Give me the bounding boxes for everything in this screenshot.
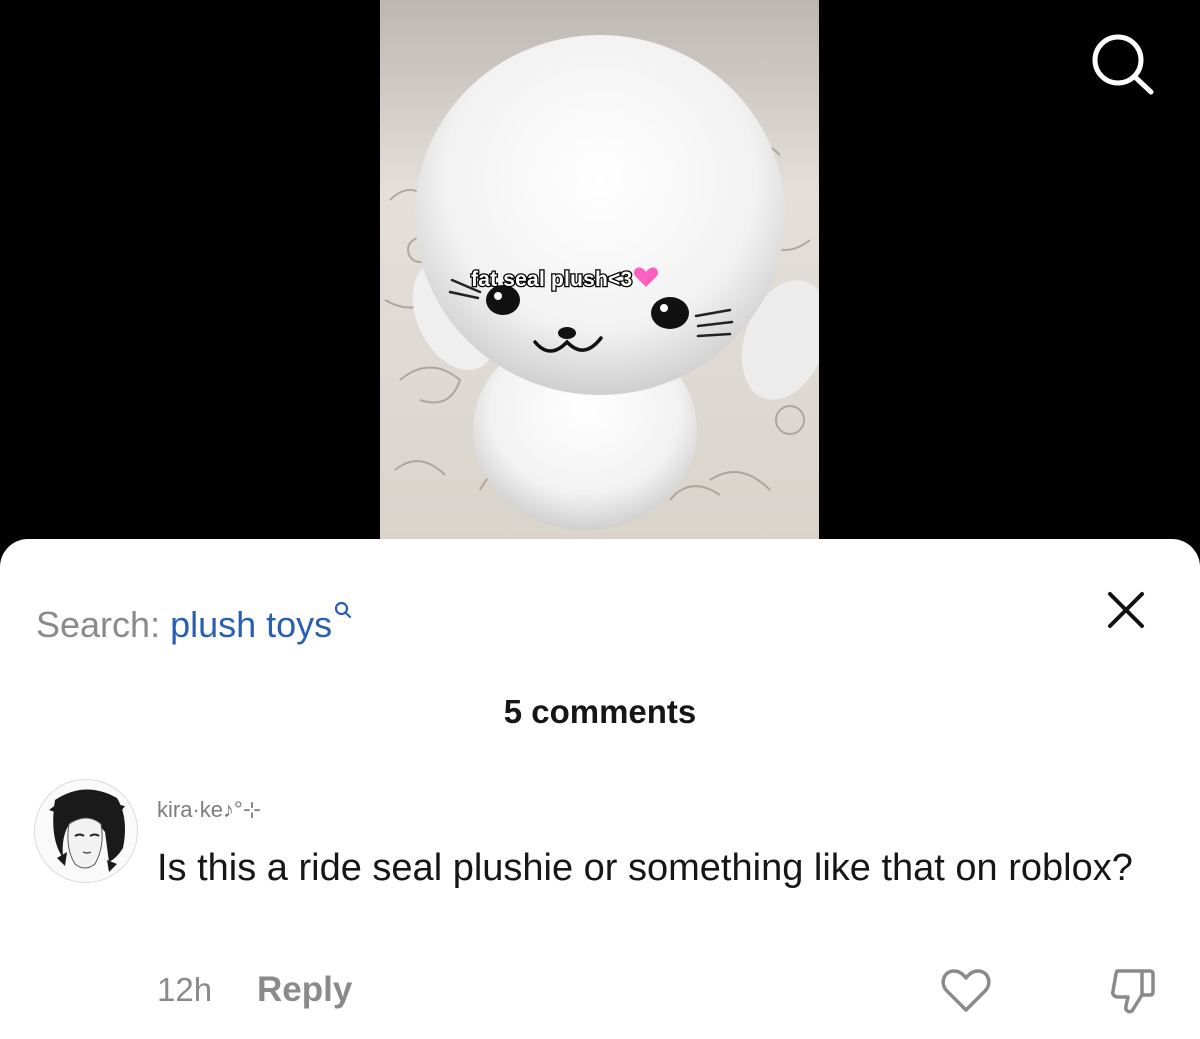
comment-timestamp: 12h xyxy=(157,971,213,1008)
video-caption-text: fat seal plush<3 xyxy=(470,268,634,292)
search-icon xyxy=(1092,34,1154,95)
screen: fat seal plush<3 Search: plush toys 5 co… xyxy=(0,0,1200,1039)
related-search: Search: plush toys xyxy=(36,585,352,647)
avatar-image xyxy=(35,780,137,882)
search-prefix: Search: xyxy=(36,604,161,645)
small-search-icon xyxy=(334,585,352,629)
comment-text: Is this a ride seal plushie or something… xyxy=(157,847,1133,889)
avatar[interactable] xyxy=(34,779,138,883)
heart-outline-icon xyxy=(941,969,991,1012)
pink-heart-icon xyxy=(633,266,660,292)
like-button[interactable] xyxy=(940,967,992,1015)
close-button[interactable] xyxy=(1104,588,1148,632)
video-caption: fat seal plush<3 xyxy=(470,266,660,292)
dislike-button[interactable] xyxy=(1108,965,1160,1017)
reply-button[interactable]: Reply xyxy=(257,970,352,1010)
thumbs-down-icon xyxy=(1111,969,1155,1014)
comment-count: 5 comments xyxy=(503,693,697,730)
search-term-link[interactable]: plush toys xyxy=(170,604,332,645)
close-icon xyxy=(1108,592,1144,628)
search-button[interactable] xyxy=(1084,30,1160,96)
comment-username[interactable]: kira·ke♪°⊹ xyxy=(157,796,261,824)
